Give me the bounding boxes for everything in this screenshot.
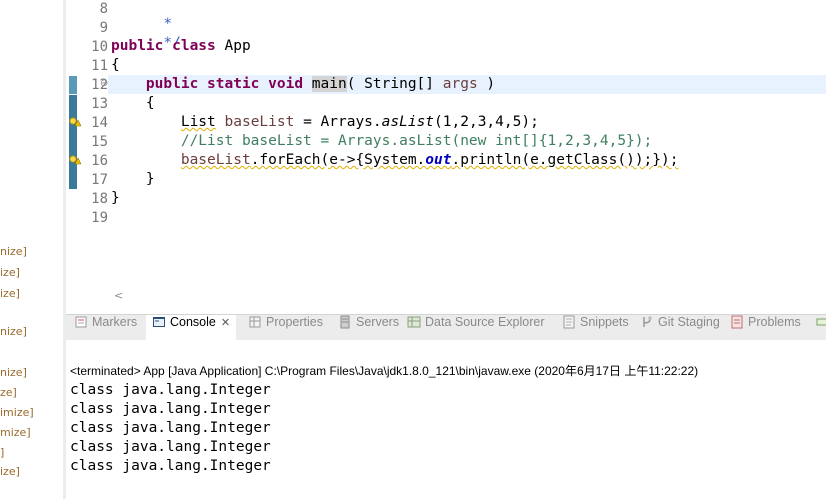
console-icon xyxy=(153,317,165,327)
line-number-gutter: 8 9 10 11 12 13 14 15 16 17 18 19 xyxy=(80,0,108,290)
snippets-icon xyxy=(563,315,575,329)
console-view[interactable]: <terminated> App [Java Application] C:\P… xyxy=(66,340,826,499)
scroll-left-icon[interactable]: < xyxy=(114,289,123,302)
code-line-9: */ xyxy=(163,35,181,51)
code-line-8: * xyxy=(163,16,173,32)
line-number: 10 xyxy=(91,39,108,55)
horizontal-scrollbar[interactable]: < xyxy=(108,289,826,303)
line-comment: //List baseList = Arrays.asList(new int[… xyxy=(180,133,653,149)
line-number: 17 xyxy=(91,172,108,188)
tab-servers[interactable]: Servers xyxy=(334,315,403,340)
console-output-line: class java.lang.Integer xyxy=(70,420,271,436)
line-number: 14 xyxy=(91,115,108,131)
tab-properties[interactable]: Properties xyxy=(244,315,327,340)
progress-icon xyxy=(816,318,826,326)
code-line-10: public class App xyxy=(111,38,251,57)
keyword: public static void xyxy=(145,76,304,92)
code-line-12: public static void main( String[] args ) xyxy=(145,76,496,92)
code-line-18: } xyxy=(111,190,120,206)
explorer-item[interactable]: ize] xyxy=(0,465,20,478)
package-explorer-panel: nize] ize] ize] nize] nize] ze] imize] m… xyxy=(0,0,64,499)
line-number: 11 xyxy=(91,58,108,74)
console-output-line: class java.lang.Integer xyxy=(70,458,271,474)
method-name-occurrence[interactable]: main xyxy=(311,76,347,92)
explorer-item[interactable]: mize] xyxy=(0,426,31,439)
class-name: App xyxy=(215,38,251,54)
keyword: public class xyxy=(111,38,216,54)
explorer-item[interactable]: ze] xyxy=(0,386,17,399)
tab-data-source-explorer[interactable]: Data Source Explorer xyxy=(403,315,549,340)
parameter: args xyxy=(442,76,478,92)
tab-markers[interactable]: Markers xyxy=(70,315,141,340)
static-method: asList xyxy=(381,114,435,130)
line-number: 15 xyxy=(91,134,108,150)
java-editor[interactable]: 8 9 10 11 12 13 14 15 16 17 18 19 ⊖ * */… xyxy=(66,0,826,307)
line-number: 13 xyxy=(91,96,108,112)
git-staging-icon xyxy=(643,316,652,327)
explorer-item[interactable]: nize] xyxy=(0,245,27,258)
console-status: <terminated> App [Java Application] C:\P… xyxy=(70,364,699,378)
explorer-item[interactable]: nize] xyxy=(0,366,27,379)
tab-console[interactable]: Console ✕ xyxy=(146,315,237,340)
view-tab-bar: Markers Console ✕ Properties Servers Data… xyxy=(66,314,826,341)
local-variable: baseList xyxy=(180,152,251,168)
code-line-14: List baseList = Arrays.asList(1,2,3,4,5)… xyxy=(180,114,539,130)
tab-git-staging[interactable]: Git Staging xyxy=(636,315,724,340)
console-output-line: class java.lang.Integer xyxy=(70,439,271,455)
selection-marker xyxy=(69,76,77,94)
overview-ruler[interactable] xyxy=(66,0,81,290)
code-line-15: //List baseList = Arrays.asList(new int[… xyxy=(111,133,652,152)
explorer-item[interactable]: nize] xyxy=(0,325,27,338)
code-line-11: { xyxy=(111,57,120,73)
code-line-13: { xyxy=(111,95,155,111)
problems-icon xyxy=(731,315,743,329)
explorer-item[interactable]: ize] xyxy=(0,287,20,300)
explorer-item[interactable]: imize] xyxy=(0,406,34,419)
explorer-item[interactable]: ize] xyxy=(0,266,20,279)
tab-snippets[interactable]: Snippets xyxy=(558,315,633,340)
console-output-line: class java.lang.Integer xyxy=(70,382,271,398)
line-number: 18 xyxy=(91,191,108,207)
code-line-17: } xyxy=(111,171,155,187)
properties-icon xyxy=(249,316,261,328)
close-icon[interactable]: ✕ xyxy=(221,317,230,329)
line-number: 19 xyxy=(91,210,108,226)
line-number: 16 xyxy=(91,153,108,169)
line-number: 9 xyxy=(99,20,108,36)
line-number: 8 xyxy=(99,1,108,17)
console-output-line: class java.lang.Integer xyxy=(70,401,271,417)
fold-collapse-icon[interactable]: ⊖ xyxy=(100,78,108,89)
raw-type-warning[interactable]: List xyxy=(181,114,216,130)
explorer-item[interactable]: ] xyxy=(0,446,4,459)
static-field: out xyxy=(425,152,452,168)
local-variable: baseList xyxy=(224,114,295,130)
change-marker xyxy=(69,95,77,189)
data-source-icon xyxy=(407,316,421,328)
markers-icon xyxy=(75,316,87,328)
code-line-16: baseList.forEach(e->{System.out.println(… xyxy=(180,152,679,168)
tab-overflow[interactable] xyxy=(814,315,826,340)
servers-icon xyxy=(340,315,350,329)
tab-problems[interactable]: Problems xyxy=(726,315,805,340)
